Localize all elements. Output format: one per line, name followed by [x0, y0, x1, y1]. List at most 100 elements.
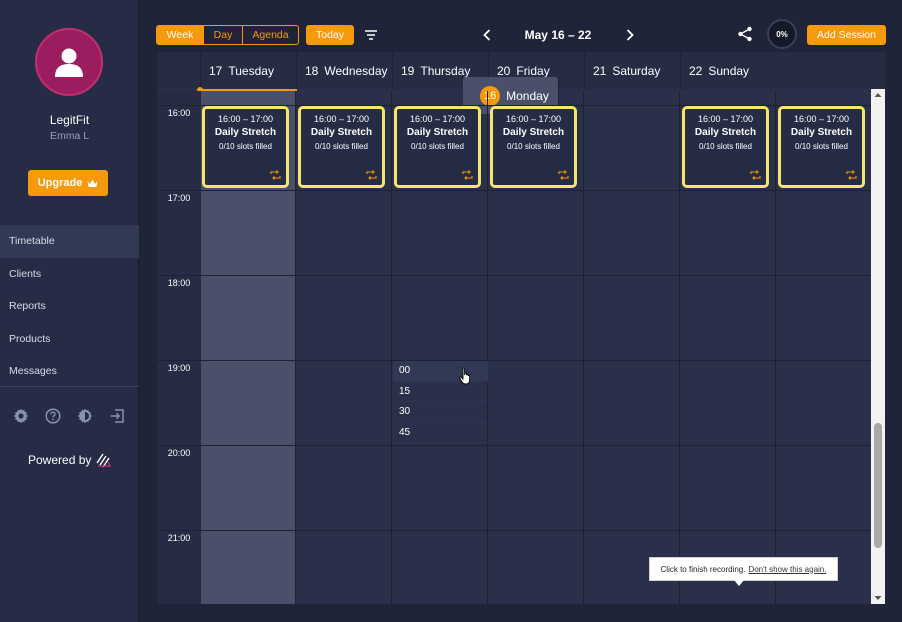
sidebar-nav: Timetable Clients Reports Products Messa…: [0, 225, 139, 388]
chevron-right-icon: [626, 29, 634, 41]
sidebar-tools: [12, 407, 125, 424]
dont-show-again-link[interactable]: Don't show this again.: [748, 565, 826, 574]
help-icon[interactable]: [44, 407, 61, 424]
prev-week-button[interactable]: [479, 26, 495, 44]
day-column-friday[interactable]: [585, 91, 680, 604]
day-number: 17: [209, 63, 223, 78]
session-slots: 0/10 slots filled: [795, 142, 848, 151]
minute-option[interactable]: 00: [393, 361, 488, 382]
day-header-saturday[interactable]: 21 Saturday: [585, 52, 681, 89]
view-day-button[interactable]: Day: [203, 26, 242, 44]
day-name: Sunday: [708, 63, 750, 78]
view-switcher: Week Day Agenda: [156, 25, 299, 45]
repeat-icon: [462, 170, 473, 180]
view-agenda-button[interactable]: Agenda: [242, 26, 298, 44]
session-slots: 0/10 slots filled: [315, 142, 368, 151]
add-session-button[interactable]: Add Session: [807, 25, 886, 45]
sidebar: LegitFit Emma L Upgrade Timetable Client…: [0, 0, 139, 622]
scrollbar-thumb[interactable]: [874, 423, 882, 548]
logout-icon[interactable]: [108, 407, 125, 424]
day-name: Wednesday: [324, 63, 388, 78]
progress-indicator: 0%: [767, 19, 797, 49]
avatar[interactable]: [35, 28, 103, 96]
sidebar-item-timetable[interactable]: Timetable: [0, 225, 139, 258]
session-card-tuesday[interactable]: 16:00 – 17:00 Daily Stretch 0/10 slots f…: [298, 106, 385, 188]
settings-gear-icon[interactable]: [12, 407, 29, 424]
day-header-tuesday[interactable]: 17 Tuesday: [201, 52, 297, 89]
minute-option[interactable]: 45: [393, 423, 488, 443]
hour-line: [157, 445, 871, 446]
repeat-icon: [558, 170, 569, 180]
sidebar-item-products[interactable]: Products: [0, 323, 139, 356]
hour-line: [157, 190, 871, 191]
date-range-label: May 16 – 22: [524, 28, 592, 42]
session-slots: 0/10 slots filled: [219, 142, 272, 151]
session-title: Daily Stretch: [310, 127, 373, 138]
upgrade-label: Upgrade: [37, 177, 83, 189]
scroll-up-arrow-icon[interactable]: [871, 89, 885, 101]
time-label: 16:00: [167, 108, 191, 118]
user-icon: [55, 48, 83, 77]
session-title: Daily Stretch: [214, 127, 277, 138]
upgrade-button[interactable]: Upgrade: [28, 170, 108, 196]
session-slots: 0/10 slots filled: [507, 142, 560, 151]
session-card-saturday[interactable]: 16:00 – 17:00 Daily Stretch 0/10 slots f…: [682, 106, 769, 188]
day-header-sunday[interactable]: 22 Sunday: [681, 52, 789, 89]
today-button[interactable]: Today: [306, 25, 354, 45]
session-title: Daily Stretch: [406, 127, 469, 138]
session-card-thursday[interactable]: 16:00 – 17:00 Daily Stretch 0/10 slots f…: [490, 106, 577, 188]
minute-option[interactable]: 30: [393, 402, 488, 423]
day-name: Saturday: [612, 63, 661, 78]
filter-icon[interactable]: [364, 28, 378, 42]
repeat-icon: [270, 170, 281, 180]
powered-by-label: Powered by: [28, 453, 92, 467]
crown-icon: [87, 179, 98, 187]
day-header-wednesday[interactable]: 18 Wednesday: [297, 52, 393, 89]
session-title: Daily Stretch: [502, 127, 565, 138]
brand-logo-icon: [96, 453, 112, 468]
session-card-monday[interactable]: 16:00 – 17:00 Daily Stretch 0/10 slots f…: [202, 106, 289, 188]
minute-picker: 00 15 30 45: [393, 361, 488, 443]
hand-cursor-icon: [459, 367, 471, 385]
repeat-icon: [846, 170, 857, 180]
session-time: 16:00 – 17:00: [505, 114, 562, 124]
sidebar-item-reports[interactable]: Reports: [0, 290, 139, 323]
minute-option[interactable]: 15: [393, 382, 488, 402]
session-time: 16:00 – 17:00: [313, 114, 370, 124]
view-week-button[interactable]: Week: [157, 26, 203, 44]
sidebar-item-messages[interactable]: Messages: [0, 355, 139, 388]
scroll-down-arrow-icon[interactable]: [871, 592, 885, 604]
calendar-header: 16 Monday 17 Tuesday 18 Wednesday 19 Thu…: [157, 52, 885, 114]
tooltip-text: Click to finish recording.: [660, 564, 746, 574]
time-column: 16:00 17:00 18:00 19:00 20:00 21:00: [157, 91, 201, 604]
day-name: Friday: [516, 63, 550, 78]
header-corner: [157, 52, 201, 89]
time-label: 18:00: [167, 278, 191, 288]
day-number: 19: [401, 63, 415, 78]
share-icon[interactable]: [737, 26, 753, 44]
time-label: 21:00: [167, 533, 191, 543]
day-number: 18: [305, 63, 319, 78]
sidebar-item-clients[interactable]: Clients: [0, 258, 139, 291]
session-time: 16:00 – 17:00: [409, 114, 466, 124]
user-name: Emma L: [49, 130, 90, 142]
brand-name: LegitFit: [49, 113, 90, 127]
repeat-icon: [750, 170, 761, 180]
session-time: 16:00 – 17:00: [697, 114, 754, 124]
theme-toggle-icon[interactable]: [76, 407, 93, 424]
day-number: 21: [593, 63, 607, 78]
calendar-grid[interactable]: 16:00 17:00 18:00 19:00 20:00 21:00 16:0…: [157, 91, 871, 604]
time-label: 19:00: [167, 363, 191, 373]
recording-tooltip: Click to finish recording. Don't show th…: [649, 557, 838, 581]
week-calendar: 16 Monday 17 Tuesday 18 Wednesday 19 Thu…: [157, 52, 885, 604]
repeat-icon: [366, 170, 377, 180]
time-label: 20:00: [167, 448, 191, 458]
session-card-wednesday[interactable]: 16:00 – 17:00 Daily Stretch 0/10 slots f…: [394, 106, 481, 188]
session-card-sunday[interactable]: 16:00 – 17:00 Daily Stretch 0/10 slots f…: [778, 106, 865, 188]
session-slots: 0/10 slots filled: [411, 142, 464, 151]
calendar-scrollbar[interactable]: [871, 89, 885, 604]
hour-line: [157, 275, 871, 276]
next-week-button[interactable]: [622, 26, 638, 44]
day-number: 20: [497, 63, 511, 78]
hour-line: [157, 530, 871, 531]
